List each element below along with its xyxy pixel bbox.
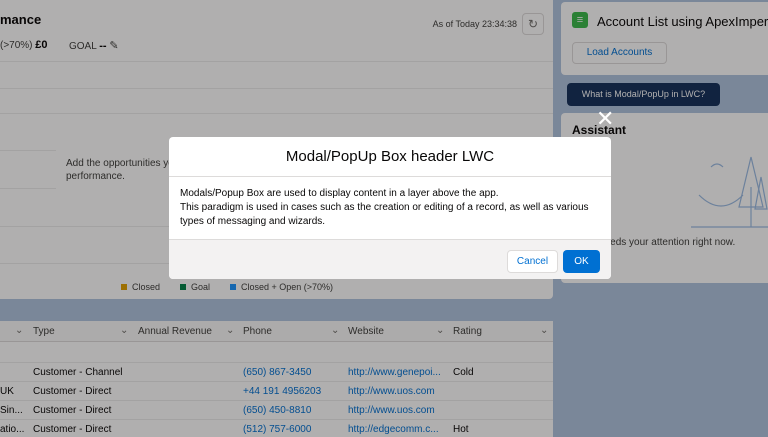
ok-button[interactable]: OK: [563, 250, 600, 273]
modal-body-line1: Modals/Popup Box are used to display con…: [180, 188, 499, 199]
modal-dialog: Modal/PopUp Box header LWC Modals/Popup …: [169, 137, 611, 279]
modal-body-line2: This paradigm is used in cases such as t…: [180, 202, 589, 227]
modal-footer: Cancel OK: [169, 239, 611, 279]
modal-body: Modals/Popup Box are used to display con…: [169, 177, 611, 239]
cancel-button[interactable]: Cancel: [507, 250, 558, 273]
close-icon[interactable]: ✕: [596, 108, 614, 130]
modal-title: Modal/PopUp Box header LWC: [169, 137, 611, 177]
